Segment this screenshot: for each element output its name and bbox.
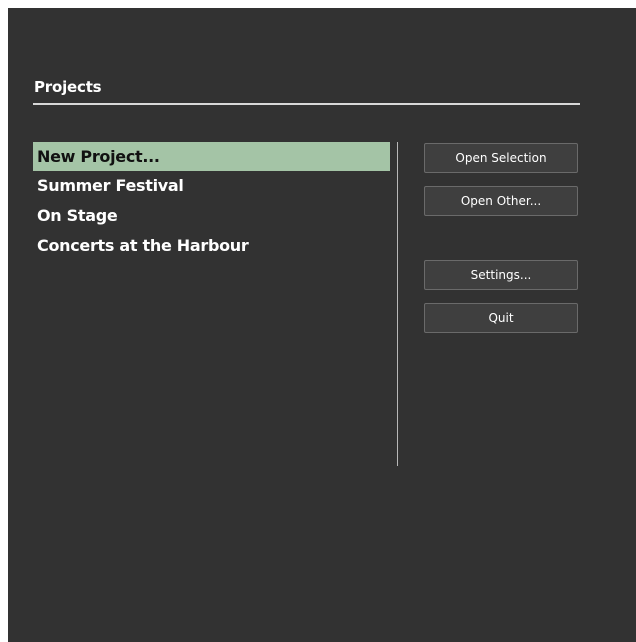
open-other-button[interactable]: Open Other... <box>424 186 578 216</box>
projects-heading: Projects <box>34 78 102 96</box>
project-item-summer-festival[interactable]: Summer Festival <box>33 171 390 201</box>
open-selection-button[interactable]: Open Selection <box>424 143 578 173</box>
project-item-on-stage[interactable]: On Stage <box>33 201 390 231</box>
settings-button[interactable]: Settings... <box>424 260 578 290</box>
vertical-divider <box>397 142 398 466</box>
hub-window: Projects New Project... Summer Festival … <box>8 8 636 642</box>
project-item-new-project[interactable]: New Project... <box>33 142 390 171</box>
quit-button[interactable]: Quit <box>424 303 578 333</box>
heading-divider <box>33 103 580 105</box>
project-item-concerts-harbour[interactable]: Concerts at the Harbour <box>33 231 390 261</box>
project-list[interactable]: New Project... Summer Festival On Stage … <box>33 142 390 261</box>
